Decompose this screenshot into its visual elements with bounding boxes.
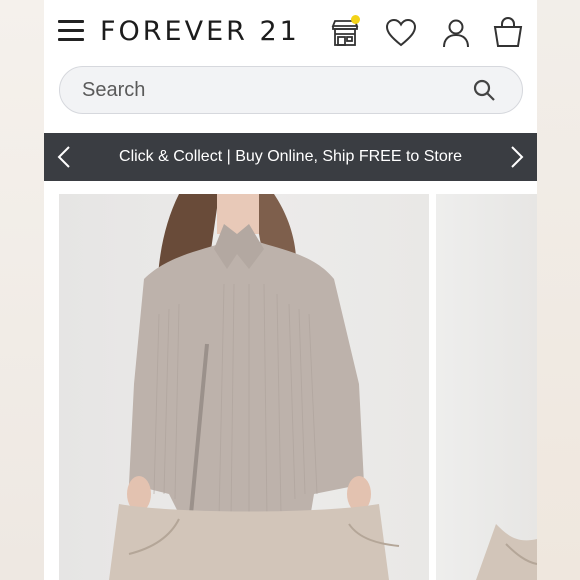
site-header: FOREVER 21 xyxy=(44,0,537,66)
product-image[interactable] xyxy=(59,194,429,580)
backdrop-left xyxy=(0,0,44,580)
phone-screen: FOREVER 21 Search Click & Collect | Buy … xyxy=(44,0,537,580)
sweater-photo-illustration xyxy=(109,194,400,580)
product-photo-partial xyxy=(476,524,537,580)
notification-badge xyxy=(351,15,360,24)
heart-icon[interactable] xyxy=(384,16,418,50)
brand-logo[interactable]: FOREVER 21 xyxy=(100,16,300,47)
search-icon[interactable] xyxy=(472,78,496,102)
backdrop-right xyxy=(537,0,580,580)
product-image-next[interactable] xyxy=(436,194,537,580)
user-icon[interactable] xyxy=(439,16,473,50)
chevron-right-icon[interactable] xyxy=(505,145,527,169)
content-strip xyxy=(44,181,537,194)
store-icon[interactable] xyxy=(328,15,362,50)
promo-text[interactable]: Click & Collect | Buy Online, Ship FREE … xyxy=(44,148,537,166)
search-input[interactable] xyxy=(82,79,442,102)
search-bar[interactable] xyxy=(59,66,523,114)
promo-banner: Click & Collect | Buy Online, Ship FREE … xyxy=(44,133,537,181)
menu-icon[interactable] xyxy=(58,20,86,46)
bag-icon[interactable] xyxy=(491,16,525,50)
